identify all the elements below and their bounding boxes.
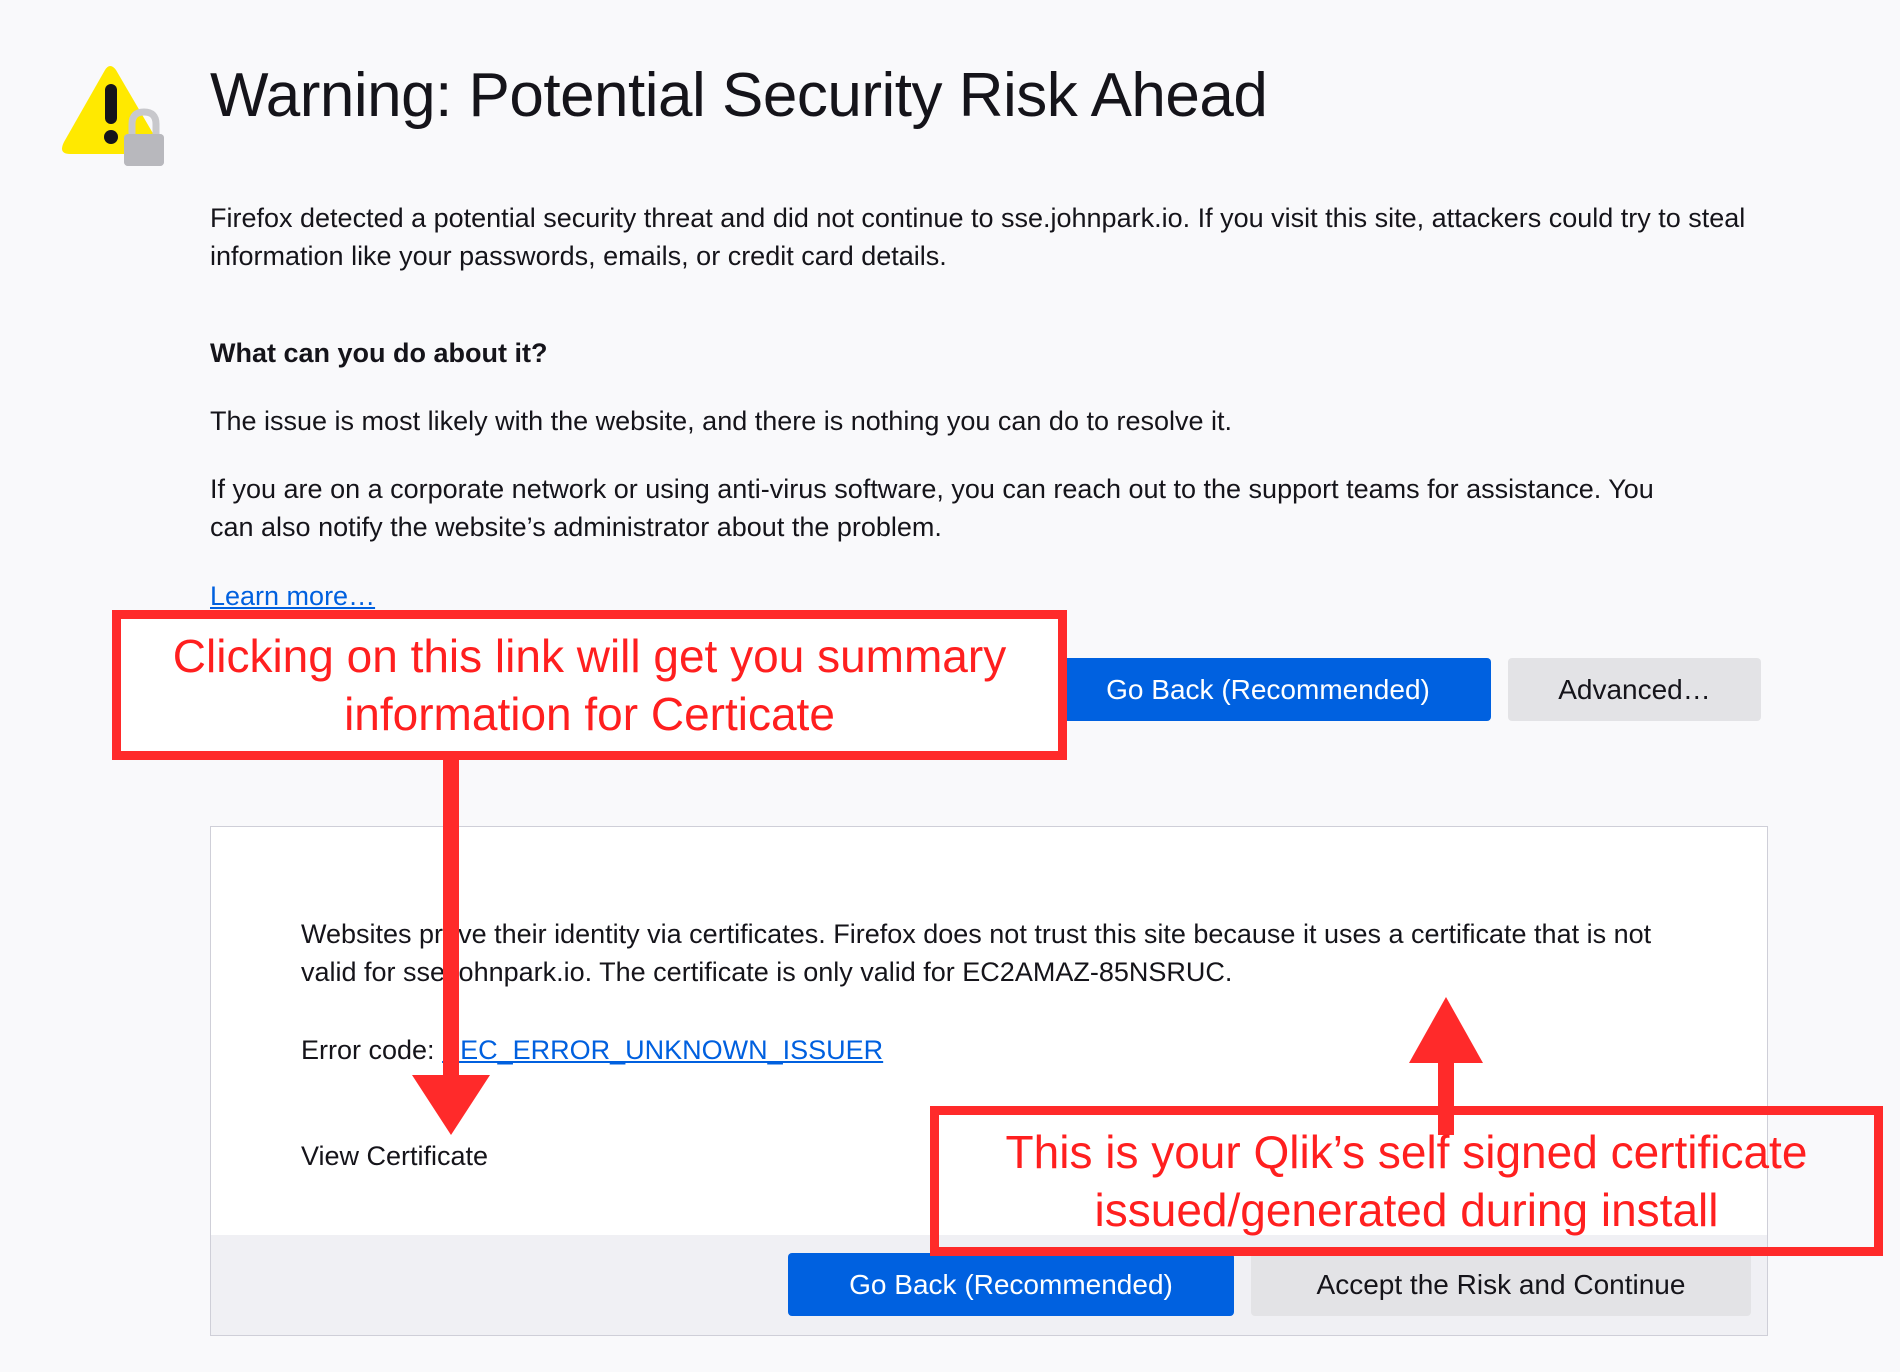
page-title: Warning: Potential Security Risk Ahead: [210, 61, 1268, 130]
error-code-label: Error code:: [301, 1035, 435, 1065]
certificate-description: Websites prove their identity via certif…: [301, 919, 1652, 987]
error-code-row: Error code: SEC_ERROR_UNKNOWN_ISSUER: [301, 1031, 883, 1069]
warning-lock-icon: [60, 62, 170, 172]
advanced-button[interactable]: Advanced…: [1508, 658, 1761, 721]
intro-paragraph: Firefox detected a potential security th…: [210, 203, 1746, 271]
error-code-link[interactable]: SEC_ERROR_UNKNOWN_ISSUER: [442, 1035, 883, 1065]
support-paragraph: If you are on a corporate network or usi…: [210, 474, 1654, 542]
what-heading: What can you do about it?: [210, 338, 548, 368]
accept-risk-button[interactable]: Accept the Risk and Continue: [1251, 1253, 1751, 1316]
view-certificate-link[interactable]: View Certificate: [301, 1137, 488, 1175]
cert-annotation-box: This is your Qlik’s self signed certific…: [930, 1106, 1883, 1256]
go-back-button[interactable]: Go Back (Recommended): [1045, 658, 1491, 721]
cert-annotation-text: This is your Qlik’s self signed certific…: [1005, 1126, 1808, 1236]
link-annotation-box: Clicking on this link will get you summa…: [112, 610, 1067, 760]
link-annotation-text: Clicking on this link will get you summa…: [172, 630, 1007, 740]
advanced-panel: Websites prove their identity via certif…: [210, 826, 1768, 1336]
panel-go-back-button[interactable]: Go Back (Recommended): [788, 1253, 1234, 1316]
issue-paragraph: The issue is most likely with the websit…: [210, 406, 1233, 436]
